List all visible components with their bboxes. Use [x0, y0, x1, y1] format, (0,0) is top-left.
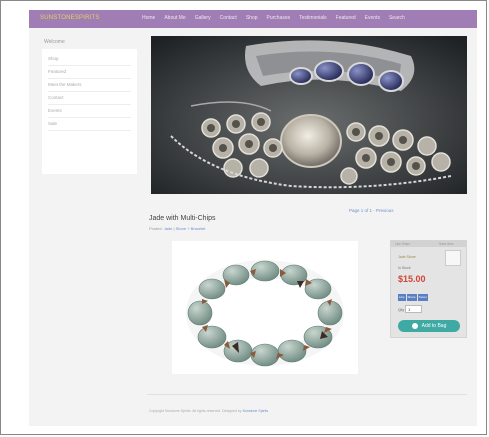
site-logo[interactable]: SUNSTONESPIRITS	[40, 15, 100, 21]
sidebar-title: Welcome	[44, 39, 65, 45]
footer-text: Copyright Sunstone Spirits. All rights r…	[149, 409, 242, 413]
tweet-button[interactable]: Tweet	[417, 294, 428, 301]
bag-icon	[411, 322, 418, 329]
social-buttons: Like Share Tweet	[398, 294, 428, 301]
stock-status: In Stock	[398, 266, 411, 270]
like-button[interactable]: Like	[398, 294, 406, 301]
pagination[interactable]: Page 1 of 1 · Previous	[349, 208, 394, 213]
nav-item[interactable]: Home	[142, 15, 155, 21]
nav-item[interactable]: Testimonials	[299, 15, 327, 21]
purchase-box-header: Like Share Save Item	[391, 241, 466, 247]
nav-item[interactable]: Search	[389, 15, 405, 21]
footer-link[interactable]: Sunstone Spirits	[243, 409, 269, 413]
nav-item[interactable]: Purchases	[267, 15, 291, 21]
main-nav: Home About Me Gallery Contact Shop Purch…	[142, 15, 405, 21]
browser-frame: SUNSTONESPIRITS Home About Me Gallery Co…	[0, 0, 487, 435]
top-navigation-bar: SUNSTONESPIRITS Home About Me Gallery Co…	[29, 10, 477, 28]
sidebar-menu: Shop Featured Meet the Makers Contact Ev…	[42, 49, 137, 174]
price: $15.00	[398, 274, 426, 284]
footer: Copyright Sunstone Spirits. All rights r…	[149, 409, 268, 413]
purchase-head-right[interactable]: Save Item	[439, 242, 453, 246]
nav-item[interactable]: Contact	[220, 15, 237, 21]
category-links[interactable]: Jade | Stone + Bracelet	[164, 226, 206, 231]
nav-item[interactable]: Gallery	[195, 15, 211, 21]
share-button[interactable]: Share	[406, 294, 417, 301]
item-name: Jade Stone	[398, 255, 416, 259]
hero-photo	[151, 36, 467, 194]
favorite-icon[interactable]	[445, 250, 461, 266]
nav-item[interactable]: About Me	[164, 15, 185, 21]
add-to-bag-button[interactable]: Add to Bag	[398, 320, 460, 332]
bracelet-image	[172, 241, 358, 374]
quantity-label: Qty	[398, 307, 405, 312]
quantity-input[interactable]: 1	[405, 305, 422, 313]
sidebar-item[interactable]: Sale	[48, 118, 131, 131]
sidebar-item[interactable]: Shop	[48, 53, 131, 66]
add-to-bag-label: Add to Bag	[421, 323, 447, 329]
page-content: Welcome Shop Featured Meet the Makers Co…	[29, 28, 477, 426]
purchase-box: Like Share Save Item Jade Stone In Stock…	[390, 240, 467, 338]
sidebar-item[interactable]: Events	[48, 105, 131, 118]
purchase-head-left[interactable]: Like Share	[395, 242, 410, 246]
nav-item[interactable]: Featured	[336, 15, 356, 21]
hero-jewelry-image	[151, 36, 467, 194]
sidebar-item[interactable]: Contact	[48, 92, 131, 105]
nav-item[interactable]: Events	[365, 15, 380, 21]
product-category: Posted: Jade | Stone + Bracelet	[149, 226, 205, 231]
sidebar-item[interactable]: Featured	[48, 66, 131, 79]
nav-item[interactable]: Shop	[246, 15, 258, 21]
footer-divider	[147, 394, 467, 395]
category-prefix: Posted:	[149, 226, 163, 231]
product-title: Jade with Multi-Chips	[149, 215, 216, 222]
product-image[interactable]	[172, 241, 358, 374]
sidebar-item[interactable]: Meet the Makers	[48, 79, 131, 92]
